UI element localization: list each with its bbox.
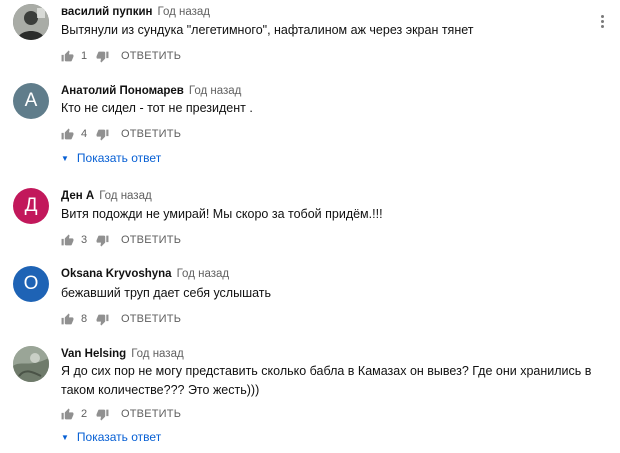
thumbs-up-icon[interactable]	[61, 408, 74, 421]
thumbs-up-icon[interactable]	[61, 234, 74, 247]
comment-time[interactable]: Год назад	[177, 268, 230, 280]
show-replies-label: Показать ответ	[76, 151, 162, 165]
comment-text: Кто не сидел - тот не президент .	[61, 99, 253, 118]
avatar[interactable]: Д	[13, 188, 49, 224]
author-name[interactable]: василий пупкин	[61, 6, 152, 18]
author-name[interactable]: Анатолий Пономарев	[61, 85, 184, 97]
comment-text: Я до сих пор не могу представить сколько…	[61, 362, 591, 400]
comment-text: Витя подожди не умирай! Мы скоро за тобо…	[61, 205, 383, 224]
comment-time[interactable]: Год назад	[99, 190, 152, 202]
comment-text-line: бежавший труп дает себя услышать	[61, 286, 272, 300]
reply-button[interactable]: ОТВЕТИТЬ	[121, 128, 181, 140]
comment-actions: 3 ОТВЕТИТЬ	[61, 232, 181, 248]
comment-text-line: Кто не сидел - тот не президент .	[61, 101, 253, 115]
comment-text: Вытянули из сундука "легетимного", нафта…	[61, 21, 474, 40]
avatar-letter: А	[24, 90, 38, 111]
comment-header: Анатолий Пономарев Год назад	[61, 85, 241, 97]
thumbs-down-icon[interactable]	[96, 408, 109, 421]
like-count: 3	[81, 234, 88, 246]
comment-header: василий пупкин Год назад	[61, 6, 210, 18]
comment-text-line: Витя подожди не умирай! Мы скоро за тобо…	[61, 207, 383, 221]
avatar[interactable]: А	[13, 83, 49, 119]
avatar-photo	[13, 4, 49, 40]
comment-header: Van Helsing Год назад	[61, 348, 184, 360]
caret-down-icon: ▼	[61, 432, 69, 442]
reply-button[interactable]: ОТВЕТИТЬ	[121, 408, 181, 420]
avatar[interactable]	[13, 4, 49, 40]
like-count: 8	[81, 313, 88, 325]
thumbs-down-icon[interactable]	[96, 234, 109, 247]
comment-time[interactable]: Год назад	[131, 348, 184, 360]
author-name[interactable]: Oksana Kryvoshyna	[61, 268, 172, 280]
thumbs-down-icon[interactable]	[96, 128, 109, 141]
comment-actions: 2 ОТВЕТИТЬ	[61, 406, 181, 422]
show-replies-button[interactable]: ▼ Показать ответ	[61, 151, 161, 165]
caret-down-icon: ▼	[61, 153, 69, 163]
show-replies-label: Показать ответ	[76, 430, 162, 444]
avatar-photo	[13, 346, 49, 382]
comment-time[interactable]: Год назад	[189, 85, 242, 97]
avatar[interactable]	[13, 346, 49, 382]
reply-button[interactable]: ОТВЕТИТЬ	[121, 50, 181, 62]
comment-text: бежавший труп дает себя услышать	[61, 284, 271, 303]
comment-header: Ден А Год назад	[61, 190, 152, 202]
thumbs-down-icon[interactable]	[96, 50, 109, 63]
comment-actions: 8 ОТВЕТИТЬ	[61, 311, 181, 327]
comment-time[interactable]: Год назад	[157, 6, 210, 18]
comment-text-line: Я до сих пор не могу представить сколько…	[61, 364, 592, 378]
show-replies-button[interactable]: ▼ Показать ответ	[61, 430, 161, 444]
comment-text-line: Вытянули из сундука "легетимного", нафта…	[61, 23, 474, 37]
comment-header: Oksana Kryvoshyna Год назад	[61, 268, 229, 280]
avatar-letter: Д	[24, 195, 38, 216]
like-count: 2	[81, 408, 88, 420]
like-count: 4	[81, 128, 88, 140]
thumbs-up-icon[interactable]	[61, 313, 74, 326]
author-name[interactable]: Van Helsing	[61, 348, 126, 360]
author-name[interactable]: Ден А	[61, 190, 94, 202]
like-count: 1	[81, 50, 88, 62]
avatar[interactable]: О	[13, 266, 49, 302]
reply-button[interactable]: ОТВЕТИТЬ	[121, 234, 181, 246]
thumbs-up-icon[interactable]	[61, 128, 74, 141]
more-vert-icon[interactable]	[601, 15, 605, 29]
avatar-letter: О	[23, 273, 39, 294]
comment-actions: 4 ОТВЕТИТЬ	[61, 126, 181, 142]
comment-actions: 1 ОТВЕТИТЬ	[61, 48, 181, 64]
thumbs-up-icon[interactable]	[61, 50, 74, 63]
reply-button[interactable]: ОТВЕТИТЬ	[121, 313, 181, 325]
thumbs-down-icon[interactable]	[96, 313, 109, 326]
comment-text-line: таком количестве??? Это жесть)))	[61, 383, 260, 397]
